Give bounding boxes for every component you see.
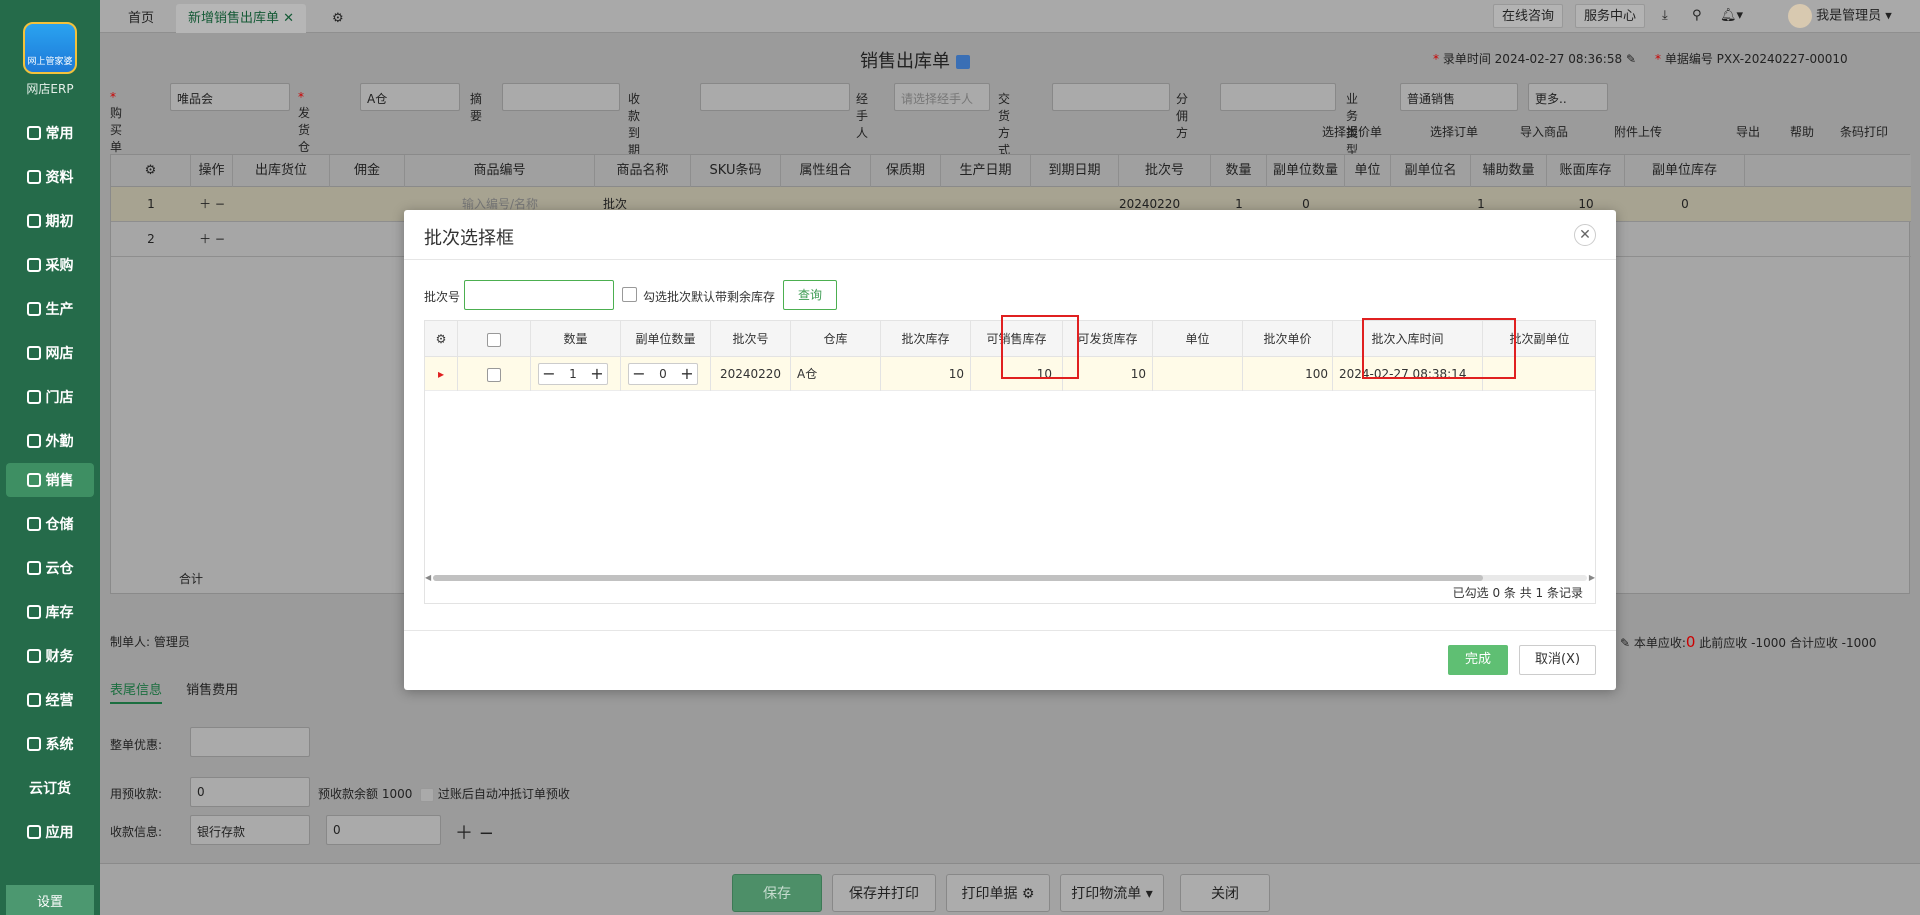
highlight-in-time	[1362, 318, 1516, 379]
query-button[interactable]: 查询	[783, 280, 837, 310]
subqty-cell: − 0 +	[621, 357, 711, 391]
subqty-stepper[interactable]: − 0 +	[628, 363, 698, 385]
col-batch-stock: 批次库存	[881, 321, 971, 357]
select-all-checkbox[interactable]	[458, 321, 531, 357]
col-subqty: 副单位数量	[621, 321, 711, 357]
warehouse-cell: A仓	[791, 357, 881, 391]
table-settings-icon[interactable]: ⚙	[425, 321, 458, 357]
minus-icon[interactable]: −	[539, 364, 559, 384]
minus-icon[interactable]: −	[629, 364, 649, 384]
divider	[404, 630, 1616, 631]
row-checkbox[interactable]	[458, 357, 531, 391]
batch-cell: 20240220	[711, 357, 791, 391]
cancel-button[interactable]: 取消(X)	[1519, 645, 1596, 675]
qty-stepper[interactable]: − 1 +	[538, 363, 608, 385]
modal-title: 批次选择框	[424, 228, 514, 249]
current-row-indicator: ▸	[425, 357, 458, 391]
plus-icon[interactable]: +	[677, 364, 697, 384]
batch-select-modal: 批次选择框 ✕ 批次号 勾选批次默认带剩余库存 查询 ⚙ 数量 副单位数量 批次…	[404, 210, 1616, 690]
batch-input[interactable]	[464, 280, 614, 310]
scrollbar-thumb[interactable]	[433, 575, 1483, 581]
qty-cell: − 1 +	[531, 357, 621, 391]
batch-stock-cell: 10	[881, 357, 971, 391]
col-batch-price: 批次单价	[1243, 321, 1333, 357]
price-cell: 100	[1243, 357, 1333, 391]
scroll-right-icon[interactable]: ▶	[1589, 573, 1595, 582]
col-batch: 批次号	[711, 321, 791, 357]
horizontal-scrollbar[interactable]: ◀ ▶	[425, 573, 1595, 582]
col-warehouse: 仓库	[791, 321, 881, 357]
col-qty: 数量	[531, 321, 621, 357]
scroll-left-icon[interactable]: ◀	[425, 573, 431, 582]
done-button[interactable]: 完成	[1448, 645, 1508, 675]
col-unit: 单位	[1153, 321, 1243, 357]
highlight-sellable-stock	[1001, 315, 1079, 379]
plus-icon[interactable]: +	[587, 364, 607, 384]
default-stock-label: 勾选批次默认带剩余库存	[643, 290, 776, 304]
default-stock-checkbox[interactable]	[622, 287, 637, 302]
modal-overlay: 批次选择框 ✕ 批次号 勾选批次默认带剩余库存 查询 ⚙ 数量 副单位数量 批次…	[0, 0, 1920, 915]
unit-cell	[1153, 357, 1243, 391]
batch-label: 批次号	[424, 290, 461, 304]
divider	[404, 259, 1616, 260]
record-summary: 已勾选 0 条 共 1 条记录	[1452, 586, 1583, 600]
close-icon[interactable]: ✕	[1574, 224, 1596, 246]
